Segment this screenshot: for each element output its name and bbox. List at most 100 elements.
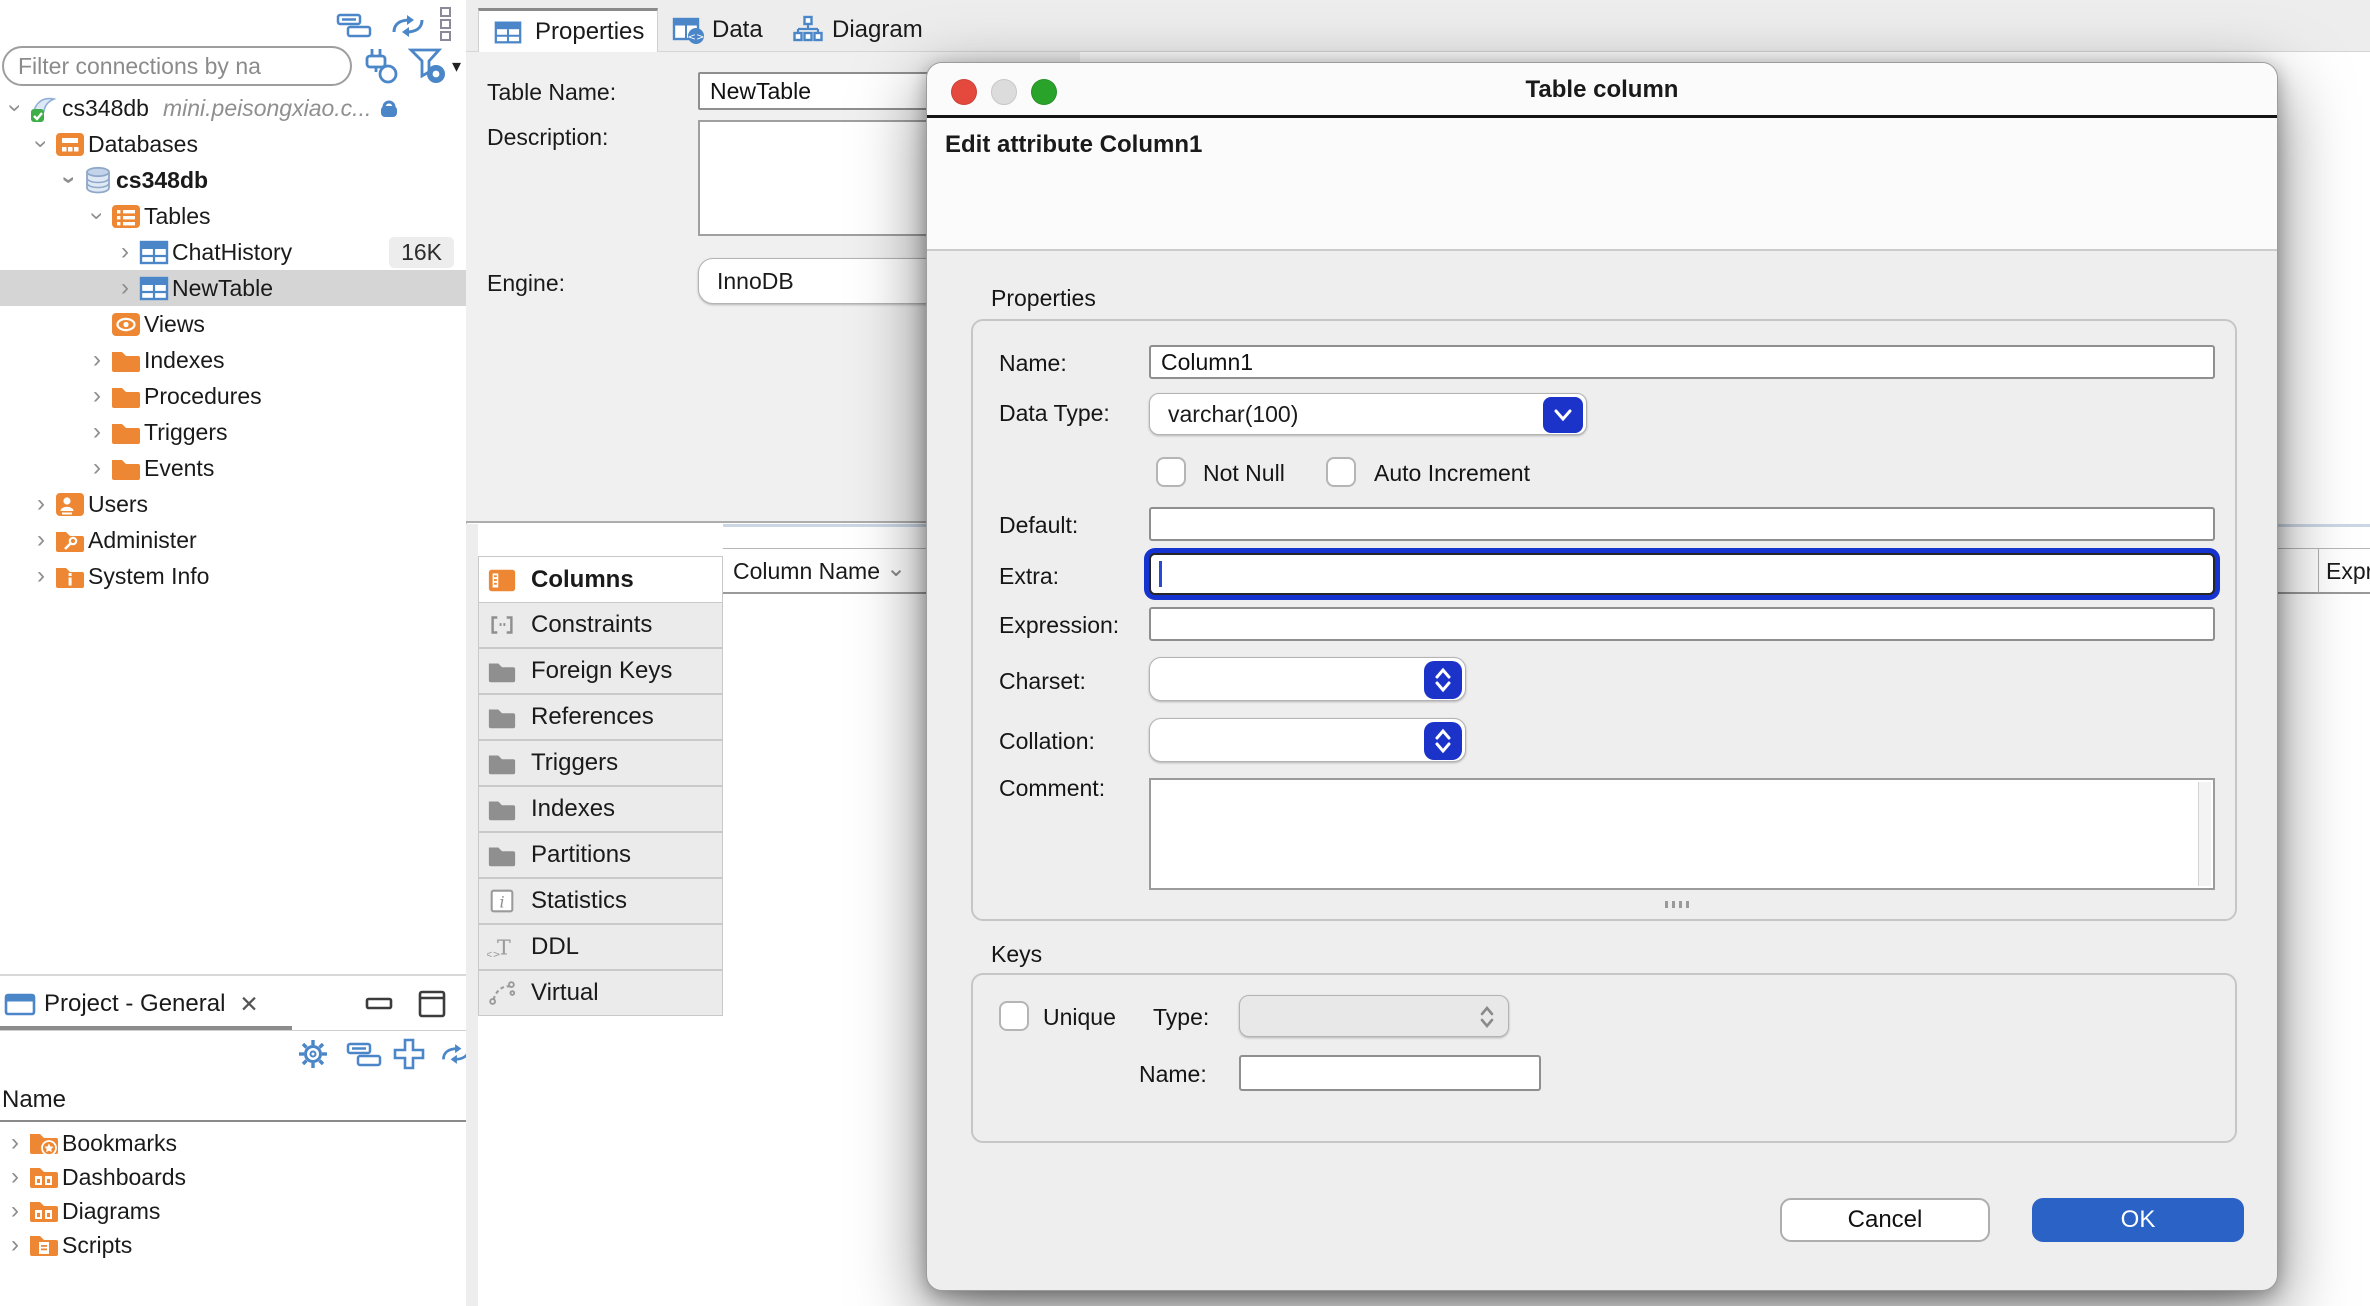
tab-properties[interactable]: Properties	[478, 8, 658, 52]
project-name-column-header[interactable]: Name	[2, 1086, 66, 1114]
side-tab-partitions[interactable]: Partitions	[478, 832, 723, 878]
chevron-expanded-icon[interactable]: ›	[85, 203, 109, 229]
key-type-select-disabled[interactable]	[1239, 995, 1509, 1037]
side-tab-triggers[interactable]: Triggers	[478, 740, 723, 786]
chevron-collapsed-icon[interactable]: ›	[28, 528, 54, 552]
chevron-collapsed-icon[interactable]: ›	[28, 492, 54, 516]
charset-select[interactable]	[1149, 657, 1466, 701]
dropdown-chevron-icon[interactable]	[1543, 397, 1583, 433]
project-item-dashboards[interactable]: › Dashboards	[0, 1160, 466, 1194]
not-null-checkbox[interactable]	[1156, 457, 1186, 487]
tree-item-system-info[interactable]: › System Info	[0, 558, 466, 594]
collapse-all-icon[interactable]	[336, 12, 374, 40]
chevron-expanded-icon[interactable]: ›	[57, 167, 81, 193]
tab-data[interactable]: <> Data	[666, 8, 784, 52]
filter-connections-input[interactable]	[2, 46, 352, 86]
chevron-collapsed-icon[interactable]: ›	[84, 420, 110, 444]
unique-checkbox[interactable]	[999, 1001, 1029, 1031]
tree-item-connection-cs348db[interactable]: › cs348db mini.peisongxiao.c...	[0, 90, 466, 126]
filter-dropdown-arrow-icon[interactable]: ▾	[452, 56, 461, 77]
extra-input-focused[interactable]	[1149, 553, 2215, 595]
chevron-collapsed-icon[interactable]: ›	[2, 1233, 28, 1257]
dialog-titlebar[interactable]: Table column	[927, 63, 2277, 118]
tab-diagram[interactable]: Diagram	[786, 8, 936, 52]
tree-item-administer[interactable]: › Administer	[0, 522, 466, 558]
tree-item-label: Users	[88, 491, 148, 518]
stepper-chevrons-icon[interactable]	[1424, 661, 1462, 699]
project-item-scripts[interactable]: › Scripts	[0, 1228, 466, 1262]
tree-item-triggers[interactable]: › Triggers	[0, 414, 466, 450]
tree-item-views[interactable]: › Views	[0, 306, 466, 342]
minimize-panel-icon[interactable]	[364, 990, 396, 1018]
tree-item-users[interactable]: › Users	[0, 486, 466, 522]
table-column-dialog: Table column Edit attribute Column1 Prop…	[926, 62, 2278, 1291]
comment-textarea[interactable]	[1149, 778, 2215, 890]
close-icon[interactable]: ✕	[239, 991, 258, 1018]
tree-item-newtable[interactable]: › NewTable	[0, 270, 466, 306]
chevron-collapsed-icon[interactable]: ›	[84, 456, 110, 480]
side-tab-foreign-keys[interactable]: Foreign Keys	[478, 648, 723, 694]
project-item-bookmarks[interactable]: › Bookmarks	[0, 1126, 466, 1160]
tree-item-indexes[interactable]: › Indexes	[0, 342, 466, 378]
project-panel-toolbar	[0, 1031, 466, 1079]
project-item-label: Scripts	[62, 1232, 132, 1259]
maximize-panel-icon[interactable]	[416, 988, 448, 1020]
chevron-expanded-icon[interactable]: ›	[3, 95, 27, 121]
data-type-select[interactable]: varchar(100)	[1149, 393, 1587, 435]
diagrams-folder-icon	[28, 1196, 62, 1226]
chevron-collapsed-icon[interactable]: ›	[2, 1165, 28, 1189]
filter-funnel-icon[interactable]	[408, 46, 450, 88]
dialog-resize-handle[interactable]	[1665, 901, 1689, 908]
expression-header[interactable]: Expr	[2326, 558, 2370, 585]
tree-item-databases[interactable]: › Databases	[0, 126, 466, 162]
chevron-collapsed-icon[interactable]: ›	[2, 1199, 28, 1223]
chevron-collapsed-icon[interactable]: ›	[112, 240, 138, 264]
sync-connections-icon[interactable]	[388, 10, 428, 42]
side-tab-virtual[interactable]: Virtual	[478, 970, 723, 1016]
auto-increment-checkbox[interactable]	[1326, 457, 1356, 487]
column-name-input[interactable]	[1149, 345, 2215, 379]
collapse-all-icon[interactable]	[346, 1041, 384, 1069]
stepper-chevrons-icon[interactable]	[1424, 722, 1462, 760]
chevron-expanded-icon[interactable]: ›	[29, 131, 53, 157]
panel-divider	[0, 974, 466, 976]
side-tab-indexes[interactable]: Indexes	[478, 786, 723, 832]
chevron-collapsed-icon[interactable]: ›	[28, 564, 54, 588]
comment-scrollbar[interactable]	[2198, 782, 2211, 886]
tree-item-procedures[interactable]: › Procedures	[0, 378, 466, 414]
chevron-collapsed-icon[interactable]: ›	[112, 276, 138, 300]
tab-project-general[interactable]: Project - General ✕	[0, 978, 292, 1030]
default-input[interactable]	[1149, 507, 2215, 541]
cancel-button[interactable]: Cancel	[1780, 1198, 1990, 1242]
ok-button[interactable]: OK	[2032, 1198, 2244, 1242]
tree-item-events[interactable]: › Events	[0, 450, 466, 486]
settings-gear-icon[interactable]	[296, 1037, 330, 1071]
dialog-title: Table column	[927, 76, 2277, 104]
tree-item-tables[interactable]: › Tables	[0, 198, 466, 234]
side-tab-ddl[interactable]: T <> DDL	[478, 924, 723, 970]
expression-label: Expression:	[999, 612, 1119, 639]
tree-item-database-cs348db[interactable]: › cs348db	[0, 162, 466, 198]
tab-label: Data	[712, 16, 763, 44]
side-tab-constraints[interactable]: Constraints	[478, 602, 723, 648]
key-name-input[interactable]	[1239, 1055, 1541, 1091]
side-tab-references[interactable]: References	[478, 694, 723, 740]
column-name-header[interactable]: Column Name	[733, 558, 880, 585]
collation-select[interactable]	[1149, 718, 1466, 762]
unique-label: Unique	[1043, 1004, 1116, 1031]
virtual-icon	[487, 978, 521, 1008]
chevron-collapsed-icon[interactable]: ›	[2, 1131, 28, 1155]
chevron-collapsed-icon[interactable]: ›	[84, 348, 110, 372]
default-label: Default:	[999, 512, 1078, 539]
sort-chevron-icon[interactable]: ⌄	[886, 554, 906, 583]
expression-input[interactable]	[1149, 607, 2215, 641]
chevron-collapsed-icon[interactable]: ›	[84, 384, 110, 408]
project-item-diagrams[interactable]: › Diagrams	[0, 1194, 466, 1228]
more-options-icon[interactable]	[436, 6, 456, 44]
tree-item-label: cs348db	[116, 167, 208, 194]
side-tab-columns[interactable]: Columns	[478, 556, 723, 602]
side-tab-statistics[interactable]: i Statistics	[478, 878, 723, 924]
tree-item-chathistory[interactable]: › ChatHistory 16K	[0, 234, 466, 270]
expand-all-icon[interactable]	[392, 1037, 426, 1071]
plug-connect-icon[interactable]	[360, 46, 404, 88]
